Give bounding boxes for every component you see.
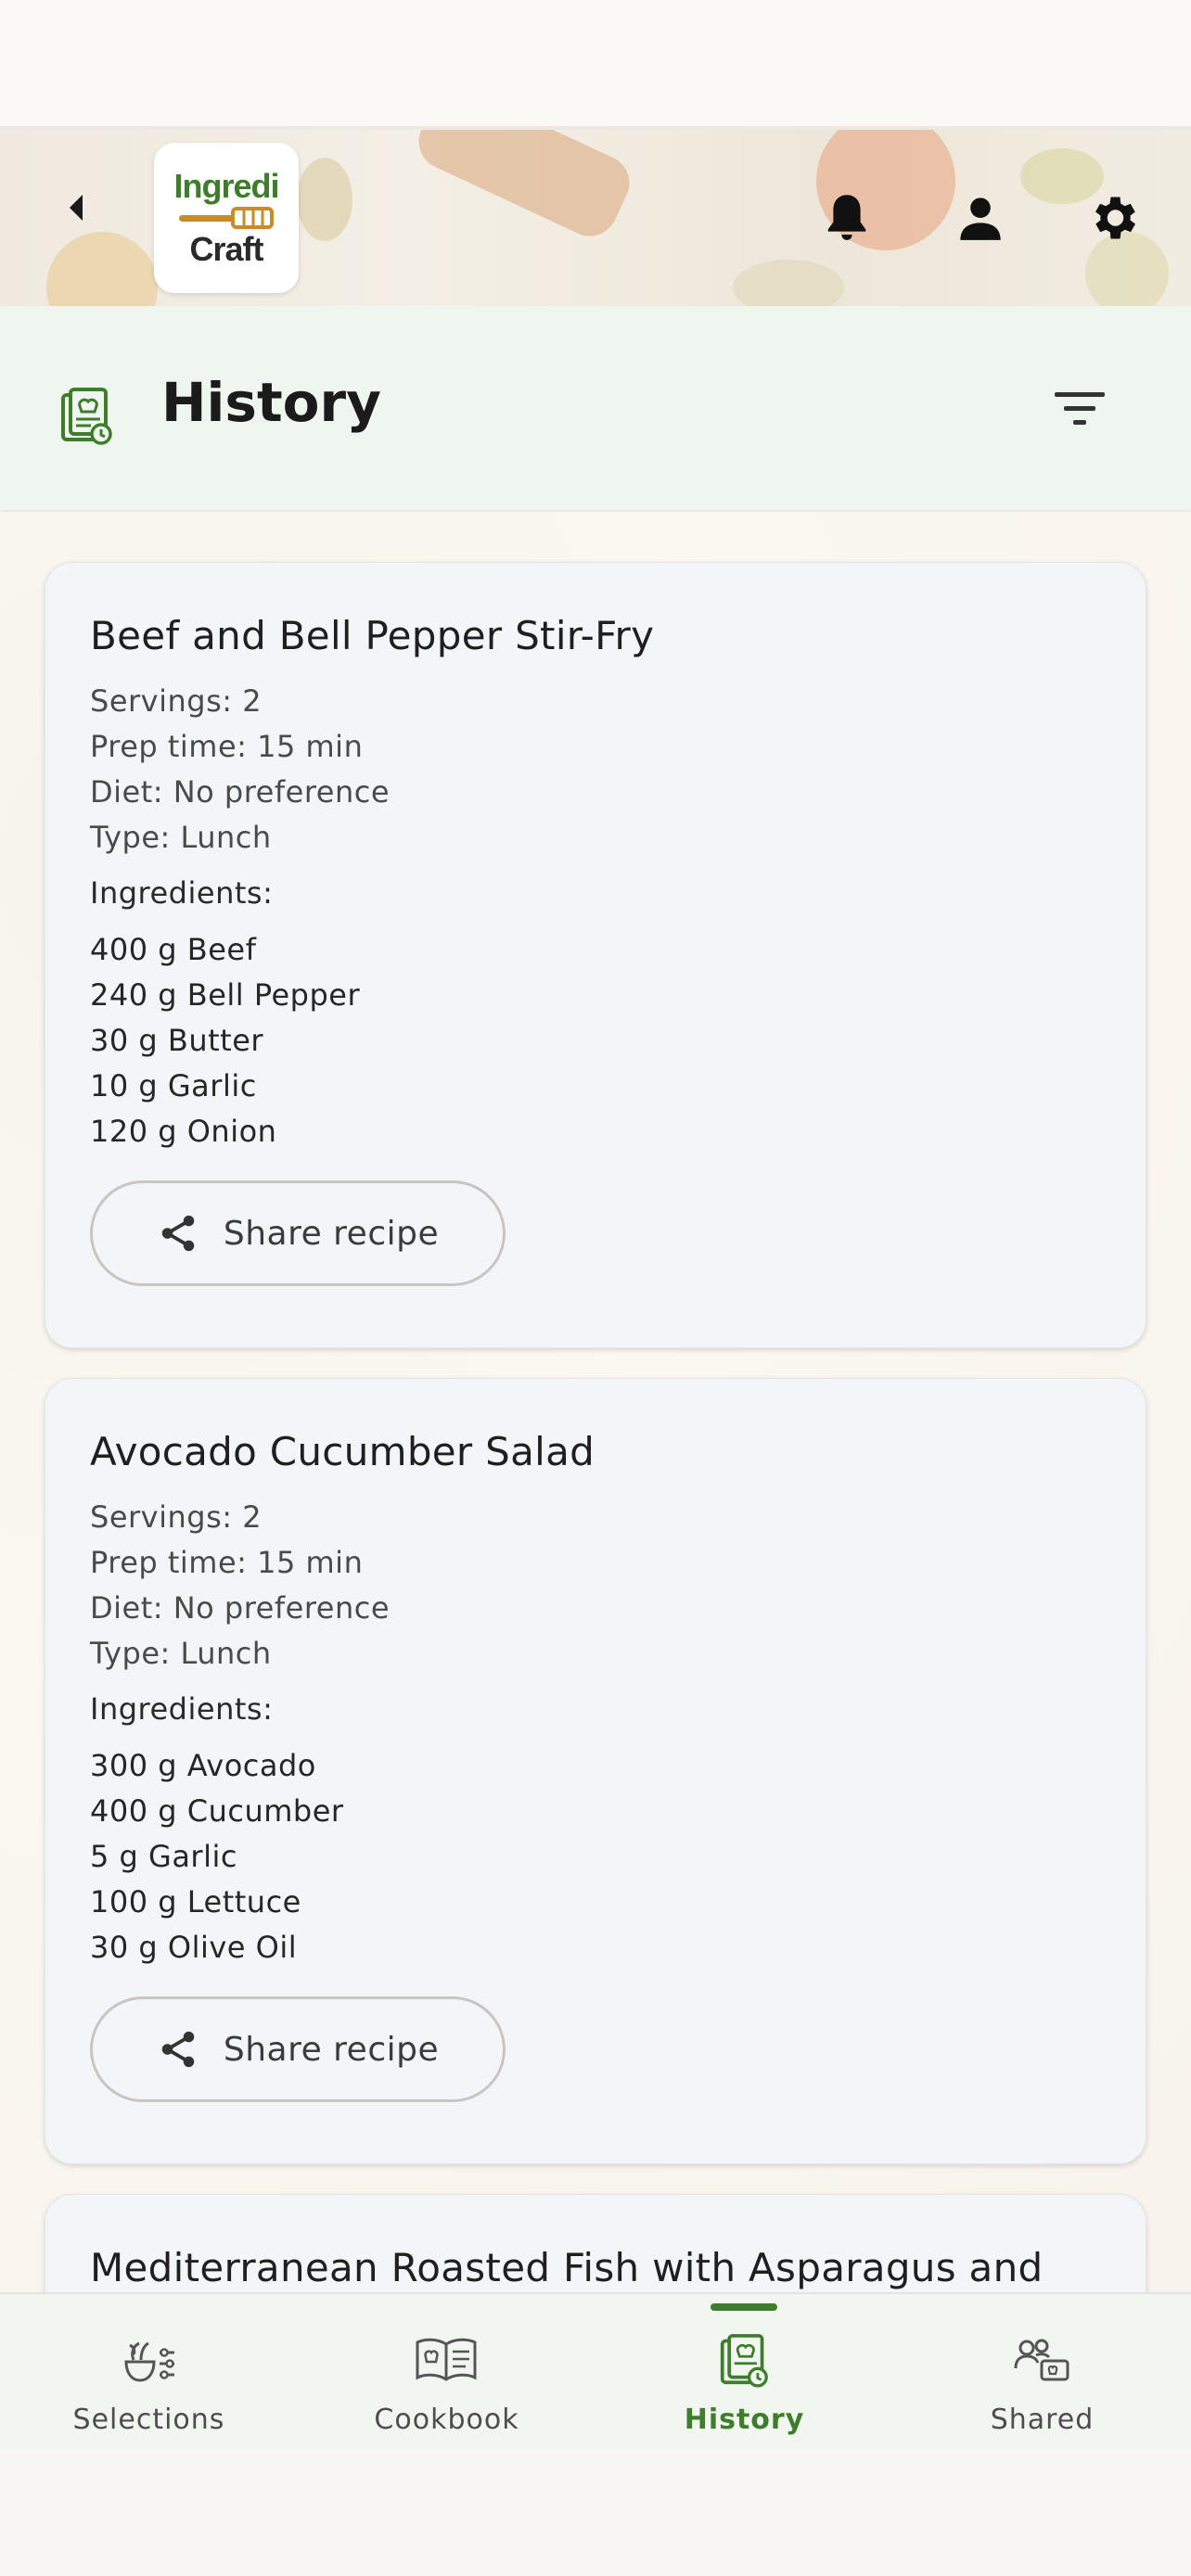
recipe-title: Beef and Bell Pepper Stir-Fry [90, 613, 655, 658]
chevron-left-icon [70, 195, 83, 221]
ingredient-item: 30 g Olive Oil [90, 1930, 298, 1965]
history-recipe-icon [61, 388, 112, 445]
bell-icon [827, 195, 866, 240]
ingredient-item: 240 g Bell Pepper [90, 977, 361, 1013]
share-icon [161, 1215, 195, 1252]
ingredient-item: 10 g Garlic [90, 1068, 257, 1103]
nav-cookbook[interactable]: Cookbook [298, 2294, 596, 2452]
spice-decoration [297, 158, 352, 241]
share-button-label: Share recipe [223, 2030, 440, 2069]
ingredient-item: 300 g Avocado [90, 1748, 316, 1783]
ingredient-item: 120 g Onion [90, 1114, 277, 1149]
nav-label: Shared [990, 2404, 1095, 2436]
history-icon [711, 2327, 776, 2392]
ingredients-label: Ingredients: [90, 875, 274, 911]
ingredient-item: 400 g Beef [90, 932, 257, 967]
shared-icon [1009, 2327, 1074, 2392]
spice-decoration [46, 232, 158, 306]
page-title: History [161, 371, 381, 434]
notifications-button[interactable] [814, 185, 879, 250]
history-list[interactable]: Beef and Bell Pepper Stir-Fry Servings: … [0, 512, 1191, 2292]
selections-icon [116, 2327, 181, 2392]
recipe-servings: Servings: 2 [90, 1499, 263, 1535]
nav-history[interactable]: History [596, 2294, 893, 2452]
spice-decoration [409, 130, 639, 246]
profile-button[interactable] [948, 185, 1013, 250]
spatula-icon [179, 207, 274, 229]
person-icon [960, 198, 1001, 240]
recipe-prep-time: Prep time: 15 min [90, 729, 364, 764]
ingredients-label: Ingredients: [90, 1691, 274, 1727]
active-indicator [711, 2303, 777, 2311]
app-header: Ingredi Craft [0, 130, 1191, 306]
gear-icon [1095, 197, 1135, 239]
back-button[interactable] [56, 187, 96, 228]
nav-label: Cookbook [374, 2404, 519, 2436]
settings-button[interactable] [1081, 185, 1146, 250]
nav-label: History [684, 2404, 805, 2436]
recipe-type: Type: Lunch [90, 820, 272, 855]
share-button-label: Share recipe [223, 1214, 440, 1253]
app-logo: Ingredi Craft [154, 143, 299, 293]
ingredient-item: 400 g Cucumber [90, 1793, 344, 1829]
nav-selections[interactable]: Selections [0, 2294, 298, 2452]
ingredient-item: 30 g Butter [90, 1023, 264, 1058]
recipe-card[interactable]: Beef and Bell Pepper Stir-Fry Servings: … [45, 562, 1146, 1348]
share-recipe-button[interactable]: Share recipe [90, 1180, 506, 1286]
nav-label: Selections [72, 2404, 225, 2436]
recipe-prep-time: Prep time: 15 min [90, 1545, 364, 1580]
spice-decoration [733, 260, 844, 306]
ingredient-item: 5 g Garlic [90, 1839, 237, 1874]
recipe-diet: Diet: No preference [90, 1590, 391, 1626]
recipe-title: Avocado Cucumber Salad [90, 1429, 596, 1474]
system-gesture-area [0, 2450, 1191, 2576]
nav-shared[interactable]: Shared [893, 2294, 1191, 2452]
filter-icon [1055, 392, 1105, 425]
recipe-card[interactable]: Mediterranean Roasted Fish with Asparagu… [45, 2194, 1146, 2292]
cookbook-icon [414, 2327, 479, 2392]
recipe-servings: Servings: 2 [90, 683, 263, 719]
page-title-bar: History [0, 306, 1191, 510]
logo-text-top: Ingredi [173, 167, 279, 205]
share-recipe-button[interactable]: Share recipe [90, 1996, 506, 2102]
recipe-diet: Diet: No preference [90, 774, 391, 810]
recipe-type: Type: Lunch [90, 1636, 272, 1671]
ingredient-item: 100 g Lettuce [90, 1884, 301, 1919]
status-bar [0, 0, 1191, 130]
recipe-title: Mediterranean Roasted Fish with Asparagu… [90, 2245, 1044, 2290]
logo-text-bottom: Craft [189, 230, 263, 268]
filter-button[interactable] [1043, 376, 1117, 441]
share-icon [161, 2031, 195, 2068]
bottom-navigation: Selections Cookbook History Shared [0, 2292, 1191, 2452]
recipe-card[interactable]: Avocado Cucumber Salad Servings: 2 Prep … [45, 1378, 1146, 2164]
